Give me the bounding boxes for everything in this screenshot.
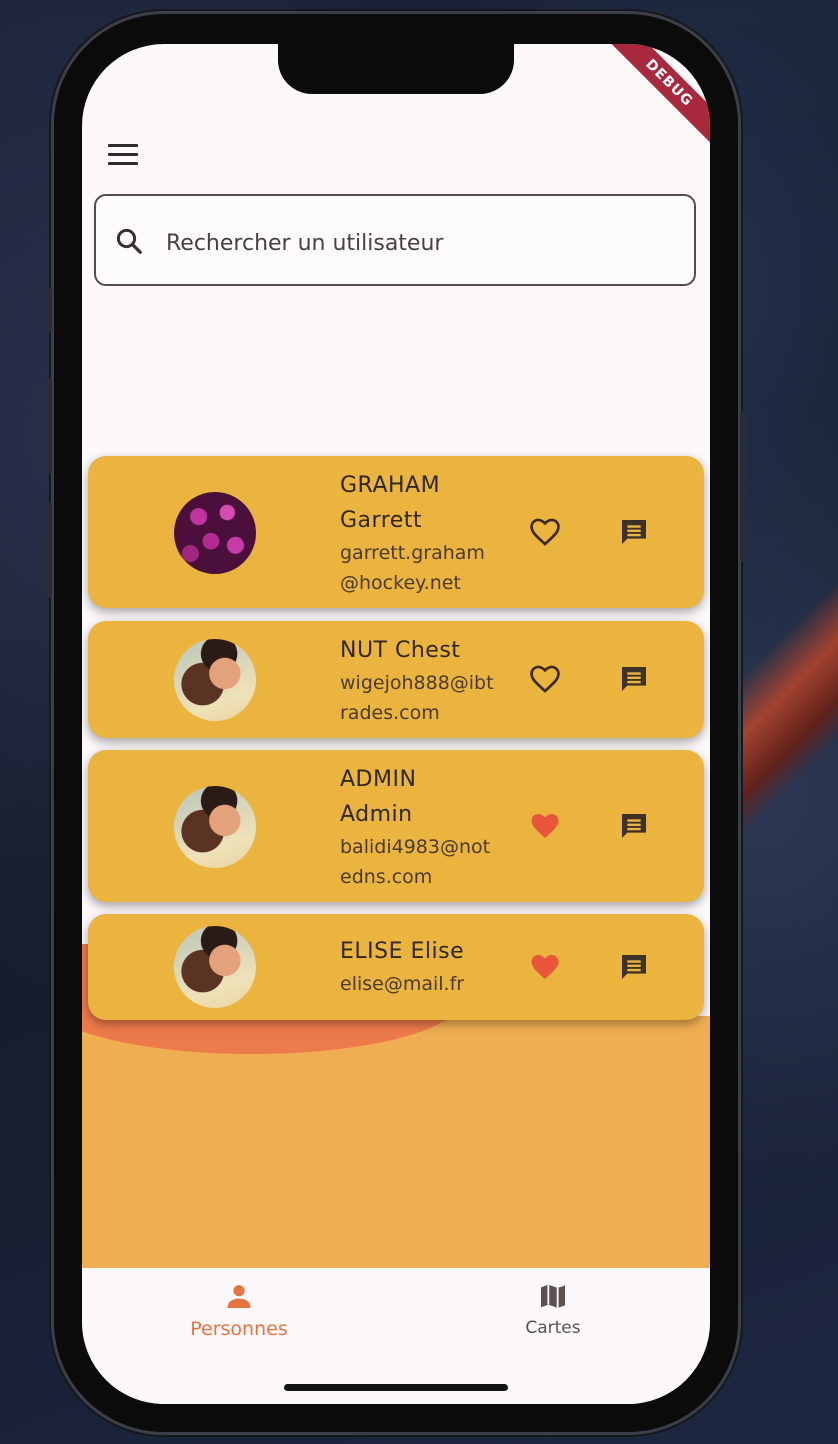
person-icon bbox=[227, 1285, 251, 1308]
user-card[interactable]: ADMIN Admin balidi4983@notedns.com bbox=[88, 750, 704, 902]
home-indicator bbox=[284, 1384, 508, 1391]
nav-label-maps: Cartes bbox=[525, 1318, 581, 1338]
background-decoration bbox=[738, 560, 838, 860]
user-card[interactable]: NUT Chest wigejoh888@ibtrades.com bbox=[88, 621, 704, 738]
phone-volume-down-button bbox=[46, 502, 52, 598]
chat-bubble-icon[interactable] bbox=[618, 516, 650, 548]
search-bar[interactable] bbox=[94, 194, 696, 286]
user-email: garrett.graham@hockey.net bbox=[340, 542, 485, 594]
avatar bbox=[174, 492, 256, 574]
nav-item-people[interactable]: Personnes bbox=[139, 1280, 339, 1340]
user-last-name: ADMIN bbox=[340, 767, 417, 792]
chat-bubble-icon[interactable] bbox=[618, 951, 650, 983]
heart-outline-icon[interactable] bbox=[528, 662, 562, 696]
user-info: NUT Chest wigejoh888@ibtrades.com bbox=[340, 633, 500, 728]
phone-power-button bbox=[740, 412, 746, 562]
phone-notch bbox=[278, 44, 514, 94]
phone-mute-button bbox=[46, 288, 52, 332]
heart-outline-icon[interactable] bbox=[528, 515, 562, 549]
user-card[interactable]: ELISE Elise elise@mail.fr bbox=[88, 914, 704, 1020]
user-first-name: Admin bbox=[340, 802, 413, 827]
user-name: NUT Chest bbox=[340, 638, 461, 663]
nav-item-maps[interactable]: Cartes bbox=[453, 1280, 653, 1338]
user-first-name: Garrett bbox=[340, 508, 423, 533]
user-info: ELISE Elise elise@mail.fr bbox=[340, 934, 500, 999]
search-icon bbox=[116, 228, 142, 254]
user-name: ELISE Elise bbox=[340, 939, 465, 964]
avatar bbox=[174, 786, 256, 868]
heart-filled-icon[interactable] bbox=[528, 809, 562, 843]
heart-filled-icon[interactable] bbox=[528, 950, 562, 984]
user-card[interactable]: GRAHAM Garrett garrett.graham@hockey.net bbox=[88, 456, 704, 608]
chat-bubble-icon[interactable] bbox=[618, 663, 650, 695]
search-input[interactable] bbox=[164, 220, 668, 266]
background-panel bbox=[82, 1016, 710, 1268]
user-info: ADMIN Admin balidi4983@notedns.com bbox=[340, 762, 500, 892]
user-email: wigejoh888@ibtrades.com bbox=[340, 672, 494, 724]
user-email: balidi4983@notedns.com bbox=[340, 836, 491, 888]
nav-label-people: Personnes bbox=[190, 1318, 288, 1340]
avatar bbox=[174, 639, 256, 721]
avatar bbox=[174, 926, 256, 1008]
app-screen: DEBUG GRAHAM Garrett garrett.graham@hock… bbox=[82, 44, 710, 1404]
user-info: GRAHAM Garrett garrett.graham@hockey.net bbox=[340, 468, 500, 598]
chat-bubble-icon[interactable] bbox=[618, 810, 650, 842]
user-last-name: GRAHAM bbox=[340, 473, 441, 498]
phone-volume-up-button bbox=[46, 378, 52, 474]
user-email: elise@mail.fr bbox=[340, 973, 465, 995]
hamburger-menu-icon[interactable] bbox=[108, 144, 138, 168]
map-icon bbox=[541, 1284, 565, 1308]
